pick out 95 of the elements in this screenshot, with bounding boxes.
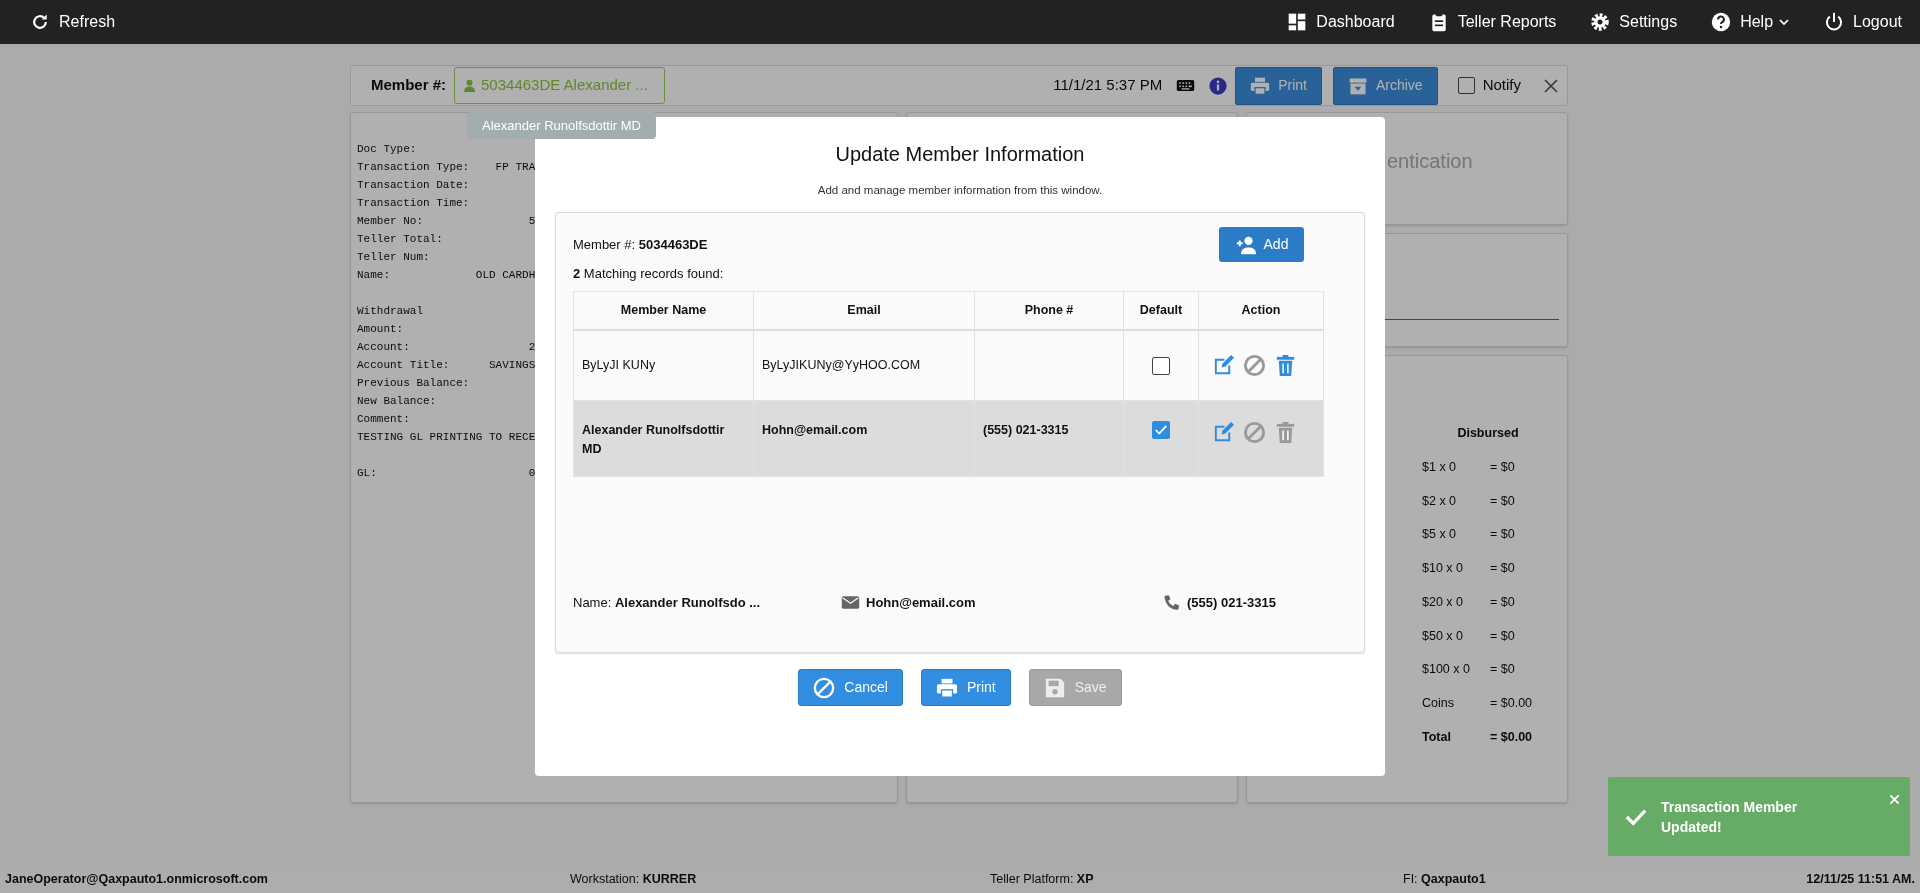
summary-email: Hohn@email.com — [866, 593, 976, 612]
denomination-label: $1 x 0 — [1422, 458, 1458, 476]
column-header: Member Name — [573, 291, 754, 331]
receipt-line: Comment: — [357, 412, 410, 427]
table-row[interactable]: Alexander Runolfsdottir MD Hohn@email.com (555) 021-3315 — [573, 400, 1324, 477]
settings-icon — [1590, 12, 1611, 32]
receipt-line: GL: 0 — [357, 466, 536, 481]
amount-value: = $0 — [1490, 627, 1516, 645]
receipt-line: Teller Total: — [357, 232, 443, 247]
close-icon — [1543, 77, 1559, 94]
column-header: Default — [1123, 291, 1199, 331]
denomination-label: $20 x 0 — [1422, 593, 1464, 611]
table-cell: (555) 021-3315 — [974, 400, 1124, 477]
modal-subtitle: Add and manage member information from this window. — [816, 183, 1104, 198]
table-cell: ByLyJI KUNy — [573, 330, 754, 401]
modal-title: Update Member Information — [834, 142, 1086, 167]
toast-message: Transaction Member Updated! — [1661, 797, 1799, 837]
column-header: Action — [1198, 291, 1324, 331]
default-checkbox[interactable] — [1152, 356, 1170, 375]
info-icon — [1209, 76, 1228, 95]
status-text: Teller Platform: XP — [990, 871, 1095, 889]
receipt-line: Amount: — [357, 322, 404, 337]
refresh-link[interactable]: Refresh — [30, 10, 116, 34]
ban-icon — [813, 676, 836, 699]
receipt-line: Transaction Date: — [357, 178, 470, 193]
receipt-line: Previous Balance: — [357, 376, 470, 391]
refresh-icon — [30, 12, 50, 32]
denomination-label: $100 x 0 — [1422, 661, 1471, 679]
tooltip: Alexander Runolfsdottir MD — [467, 112, 656, 139]
add-person-icon — [1234, 234, 1257, 255]
notify-checkbox[interactable] — [1457, 77, 1475, 94]
person-icon — [463, 79, 477, 92]
notify-label: Notify — [1482, 75, 1521, 96]
date-time: 11/1/21 5:37 PM — [1053, 75, 1163, 96]
receipt-line: Account: 2 — [357, 340, 536, 355]
amount-value: = $0 — [1490, 458, 1516, 476]
table-cell: Alexander Runolfsdottir MD — [573, 400, 754, 477]
close-icon[interactable] — [1889, 794, 1900, 805]
denomination-label: Coins — [1422, 695, 1455, 712]
denomination-label: $5 x 0 — [1422, 526, 1458, 544]
nav-link[interactable]: Teller Reports — [1428, 10, 1557, 34]
summary-name: Name: Alexander Runolfsdo ... — [573, 593, 762, 612]
edit-icon[interactable] — [1212, 420, 1235, 444]
amount-value: = $0 — [1490, 492, 1516, 510]
default-checkbox[interactable] — [1152, 421, 1170, 440]
receipt-line: Doc Type: — [357, 142, 417, 157]
receipt-line: Transaction Type: FP TRA — [357, 160, 536, 175]
receipt-line: Withdrawal — [357, 304, 423, 319]
amount-value: = $0 — [1490, 593, 1516, 611]
column-header: Phone # — [974, 291, 1124, 331]
status-text: 12/11/25 11:51 AM. — [1806, 871, 1915, 889]
help-icon — [1711, 12, 1732, 32]
amount-value: = $0 — [1490, 526, 1516, 544]
denomination-label: $50 x 0 — [1422, 627, 1464, 645]
receipt-line: Teller Num: — [357, 250, 430, 265]
add-button[interactable]: Add — [1219, 227, 1304, 263]
power-icon — [1824, 12, 1845, 32]
table-cell: Hohn@email.com — [753, 400, 975, 477]
printer-icon — [935, 676, 958, 699]
amount-value: = $0.00 — [1490, 728, 1534, 746]
receipt-line: Account Title: SAVINGS — [357, 358, 536, 373]
denomination-label: $2 x 0 — [1422, 492, 1458, 510]
denomination-label: Total — [1422, 728, 1452, 746]
receipt-line: TESTING GL PRINTING TO RECE — [357, 430, 536, 445]
column-header: Email — [753, 291, 975, 331]
envelope-icon — [841, 593, 860, 612]
member-label: Member #: — [371, 75, 447, 96]
amount-value: = $0 — [1490, 560, 1516, 577]
table-cell: ByLyJIKUNy@YyHOO.COM — [753, 330, 975, 401]
amount-value: = $0 — [1490, 661, 1516, 679]
status-text: FI: Qaxpauto1 — [1403, 871, 1487, 889]
status-text: JaneOperator@Qaxpauto1.onmicrosoft.com — [5, 871, 269, 889]
match-count: 2 Matching records found: — [573, 265, 725, 284]
dashboard-icon — [1287, 12, 1308, 32]
denomination-label: $10 x 0 — [1422, 560, 1464, 577]
amount-value: = $0.00 — [1490, 695, 1534, 712]
column-heading: Disbursed — [1456, 425, 1520, 442]
printer-icon — [1250, 75, 1271, 96]
summary-phone: (555) 021-3315 — [1187, 593, 1276, 612]
nav-link[interactable]: Logout — [1824, 10, 1902, 34]
nav-link[interactable]: Help — [1711, 10, 1791, 34]
member-number: Member #: 5034463DE — [573, 236, 708, 254]
nav-link[interactable]: Settings — [1590, 10, 1678, 34]
panel-heading: entication — [1386, 149, 1474, 174]
nav-link[interactable]: Dashboard — [1287, 10, 1395, 34]
status-text: Workstation: KURRER — [570, 871, 698, 889]
receipt-line: Member No: 5 — [357, 214, 536, 229]
receipt-line: Name: OLD CARDH — [357, 268, 536, 283]
table-row[interactable]: ByLyJI KUNy ByLyJIKUNy@YyHOO.COM — [573, 330, 1324, 401]
receipt-line: New Balance: — [357, 394, 437, 409]
receipt-line: Transaction Time: — [357, 196, 470, 211]
trash-icon[interactable] — [1274, 354, 1297, 377]
caret-icon — [1778, 16, 1791, 28]
edit-icon[interactable] — [1212, 354, 1235, 377]
phone-icon — [1163, 593, 1181, 612]
